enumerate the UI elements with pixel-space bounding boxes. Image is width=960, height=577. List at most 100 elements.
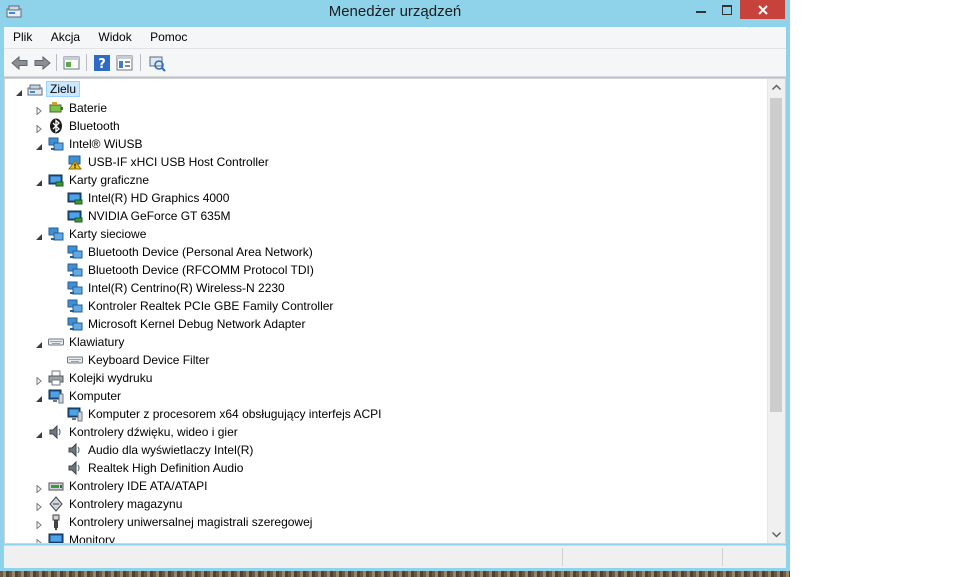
- close-button[interactable]: [740, 0, 785, 19]
- tree-category[interactable]: Karty graficzne: [5, 171, 765, 189]
- tree-item-label: Realtek High Definition Audio: [88, 461, 244, 475]
- usb-icon: [48, 514, 64, 530]
- collapse-arrow-icon[interactable]: [35, 176, 43, 186]
- expand-arrow-icon[interactable]: [35, 122, 43, 134]
- tree-device[interactable]: USB-IF xHCI USB Host Controller: [5, 153, 765, 171]
- maximize-button[interactable]: [714, 0, 740, 19]
- expand-arrow-icon[interactable]: [35, 482, 43, 494]
- tree-category[interactable]: Kontrolery uniwersalnej magistrali szere…: [5, 513, 765, 531]
- monitor-icon: [48, 532, 64, 543]
- help-icon[interactable]: ?: [92, 53, 112, 73]
- tree-item-label: Audio dla wyświetlaczy Intel(R): [88, 443, 254, 457]
- scroll-up-button[interactable]: [768, 79, 785, 96]
- computer-icon: [48, 388, 64, 404]
- collapse-arrow-icon[interactable]: [35, 230, 43, 240]
- tree-item-label: Monitory: [69, 533, 116, 544]
- tree-device[interactable]: Intel(R) HD Graphics 4000: [5, 189, 765, 207]
- device-tree[interactable]: Zielu Baterie Bluetooth Intel® WiUSB USB-IF …: [4, 78, 786, 544]
- toolbar-separator: [56, 54, 57, 71]
- tree-category[interactable]: Kolejki wydruku: [5, 369, 765, 387]
- tree-item-label: Kolejki wydruku: [69, 371, 153, 385]
- collapse-arrow-icon[interactable]: [35, 428, 43, 438]
- tree-item-label: NVIDIA GeForce GT 635M: [88, 209, 231, 223]
- tree-item-label: Zielu: [46, 81, 81, 97]
- tree-category[interactable]: Monitory: [5, 531, 765, 544]
- menu-pomoc[interactable]: Pomoc: [144, 27, 193, 48]
- tree-device[interactable]: Microsoft Kernel Debug Network Adapter: [5, 315, 765, 333]
- menu-bar: Plik Akcja Widok Pomoc: [4, 27, 786, 49]
- minimize-button[interactable]: [688, 0, 714, 19]
- menu-akcja[interactable]: Akcja: [45, 27, 86, 48]
- chevron-down-icon: [771, 531, 782, 538]
- back-icon[interactable]: [10, 53, 30, 73]
- scroll-thumb[interactable]: [770, 98, 782, 412]
- tree-root[interactable]: Zielu: [5, 81, 765, 99]
- tree-device[interactable]: Keyboard Device Filter: [5, 351, 765, 369]
- display-adapter-icon: [67, 190, 83, 206]
- tree-item-label: Kontrolery dźwięku, wideo i gier: [69, 425, 238, 439]
- close-icon: [757, 4, 768, 15]
- tree-category[interactable]: Intel® WiUSB: [5, 135, 765, 153]
- tree-category[interactable]: Karty sieciowe: [5, 225, 765, 243]
- device-manager-window: Menedżer urządzeń Plik Akcja Widok Pomoc…: [0, 0, 790, 577]
- expand-arrow-icon[interactable]: [35, 104, 43, 116]
- expand-arrow-icon[interactable]: [35, 536, 43, 543]
- tree-category[interactable]: Kontrolery magazynu: [5, 495, 765, 513]
- network-icon: [67, 280, 83, 296]
- tree-device[interactable]: Bluetooth Device (RFCOMM Protocol TDI): [5, 261, 765, 279]
- collapse-arrow-icon[interactable]: [35, 338, 43, 348]
- battery-icon: [48, 100, 64, 116]
- properties-view-icon[interactable]: [62, 53, 82, 73]
- expand-arrow-icon[interactable]: [35, 374, 43, 386]
- forward-icon[interactable]: [32, 53, 52, 73]
- tree-item-label: Kontrolery uniwersalnej magistrali szere…: [69, 515, 313, 529]
- tree-device[interactable]: Kontroler Realtek PCIe GBE Family Contro…: [5, 297, 765, 315]
- tree-device[interactable]: Realtek High Definition Audio: [5, 459, 765, 477]
- tree-item-label: Intel® WiUSB: [69, 137, 143, 151]
- network-icon: [67, 298, 83, 314]
- tree-device[interactable]: Bluetooth Device (Personal Area Network): [5, 243, 765, 261]
- collapse-arrow-icon[interactable]: [15, 86, 23, 96]
- tree-category[interactable]: Baterie: [5, 99, 765, 117]
- window-title: Menedżer urządzeń: [328, 3, 462, 20]
- tree-item-label: Bluetooth Device (Personal Area Network): [88, 245, 313, 259]
- display-adapter-icon: [48, 172, 64, 188]
- tree-device[interactable]: NVIDIA GeForce GT 635M: [5, 207, 765, 225]
- title-bar[interactable]: Menedżer urządzeń: [0, 0, 790, 24]
- status-bar: [4, 545, 786, 568]
- network-icon: [67, 316, 83, 332]
- tree-item-label: Karty graficzne: [69, 173, 150, 187]
- tree-device[interactable]: Komputer z procesorem x64 obsługujący in…: [5, 405, 765, 423]
- computer-tree-icon: [27, 82, 43, 98]
- tree-item-label: Klawiatury: [69, 335, 125, 349]
- tree-item-label: Karty sieciowe: [69, 227, 147, 241]
- tree-category[interactable]: Kontrolery dźwięku, wideo i gier: [5, 423, 765, 441]
- keyboard-icon: [67, 352, 83, 368]
- speaker-icon: [48, 424, 64, 440]
- tree-item-label: Keyboard Device Filter: [88, 353, 210, 367]
- vertical-scrollbar[interactable]: [767, 79, 785, 543]
- svg-text:?: ?: [98, 57, 106, 72]
- collapse-arrow-icon[interactable]: [35, 392, 43, 402]
- tree-category[interactable]: Klawiatury: [5, 333, 765, 351]
- menu-plik[interactable]: Plik: [7, 27, 38, 48]
- tree-device[interactable]: Audio dla wyświetlaczy Intel(R): [5, 441, 765, 459]
- keyboard-icon: [48, 334, 64, 350]
- tree-item-label: Komputer z procesorem x64 obsługujący in…: [88, 407, 382, 421]
- desktop-background: [0, 571, 790, 577]
- tree-category[interactable]: Kontrolery IDE ATA/ATAPI: [5, 477, 765, 495]
- tree-device[interactable]: Intel(R) Centrino(R) Wireless-N 2230: [5, 279, 765, 297]
- scan-hardware-icon[interactable]: [147, 53, 167, 73]
- tree-item-label: Intel(R) Centrino(R) Wireless-N 2230: [88, 281, 285, 295]
- tree-item-label: Kontroler Realtek PCIe GBE Family Contro…: [88, 299, 334, 313]
- expand-arrow-icon[interactable]: [35, 500, 43, 512]
- collapse-arrow-icon[interactable]: [35, 140, 43, 150]
- tree-category[interactable]: Bluetooth: [5, 117, 765, 135]
- minimize-icon: [696, 10, 706, 13]
- tree-category[interactable]: Komputer: [5, 387, 765, 405]
- scroll-down-button[interactable]: [768, 526, 785, 543]
- menu-widok[interactable]: Widok: [92, 27, 137, 48]
- expand-arrow-icon[interactable]: [35, 518, 43, 530]
- show-hidden-icon[interactable]: [115, 53, 135, 73]
- storage-controller-icon: [48, 496, 64, 512]
